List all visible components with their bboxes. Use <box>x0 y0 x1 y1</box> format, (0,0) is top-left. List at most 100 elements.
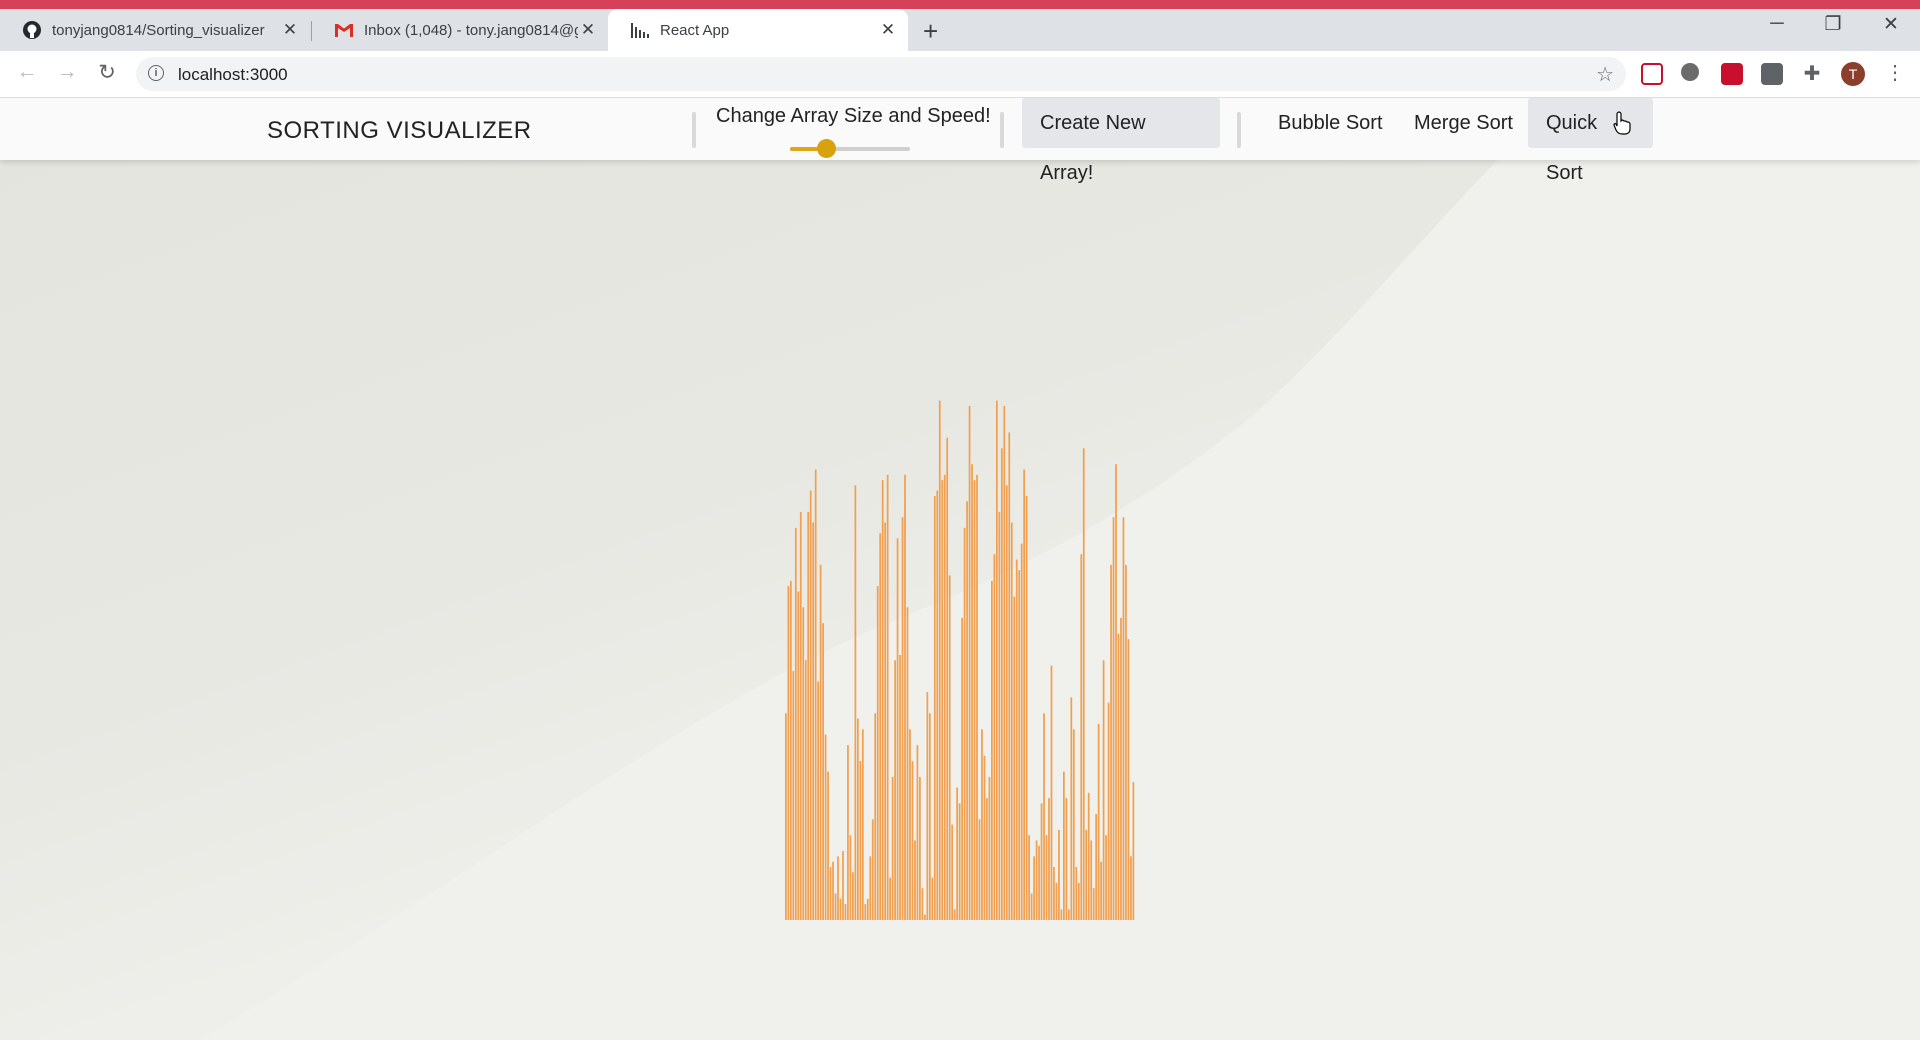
bubble-sort-button[interactable]: Bubble Sort <box>1260 98 1401 148</box>
close-icon[interactable]: ✕ <box>578 20 598 40</box>
array-bar <box>995 400 998 921</box>
array-bar <box>829 867 832 920</box>
array-bar <box>891 776 894 920</box>
menu-kebab-icon[interactable]: ⋮ <box>1885 60 1905 85</box>
bug-extension-icon[interactable] <box>1681 63 1699 81</box>
array-bar <box>968 405 971 920</box>
minimize-icon[interactable]: ─ <box>1762 13 1792 35</box>
merge-sort-button[interactable]: Merge Sort <box>1396 98 1531 148</box>
new-tab-button[interactable]: + <box>923 16 938 47</box>
array-bar <box>1005 485 1008 920</box>
array-bar <box>951 824 954 920</box>
array-bar <box>1025 496 1028 920</box>
browser-tab-gmail[interactable]: Inbox (1,048) - tony.jang0814@g ✕ <box>312 9 608 51</box>
array-bar <box>859 761 862 920</box>
restore-icon[interactable]: ❐ <box>1818 13 1848 36</box>
array-bar <box>871 819 874 920</box>
quick-sort-button[interactable]: Quick Sort <box>1528 98 1653 184</box>
browser-toolbar: ← → ↻ i localhost:3000 ☆ ✚ T ⋮ <box>0 51 1920 98</box>
red-extension-icon[interactable] <box>1721 63 1743 85</box>
array-bar <box>819 564 822 920</box>
array-bar <box>1077 882 1080 920</box>
array-bar <box>971 464 973 920</box>
address-bar[interactable]: i localhost:3000 ☆ <box>136 57 1626 91</box>
pocket-extension-icon[interactable] <box>1641 63 1663 85</box>
close-window-icon[interactable]: ✕ <box>1876 13 1906 36</box>
array-bar <box>1038 845 1040 920</box>
browser-tab-github[interactable]: tonyjang0814/Sorting_visualizer ✕ <box>0 9 310 51</box>
array-bar <box>1080 554 1083 920</box>
array-bar <box>1110 564 1112 920</box>
browser-tabstrip: tonyjang0814/Sorting_visualizer ✕ Inbox … <box>0 9 1920 51</box>
array-bar <box>998 511 1001 920</box>
info-icon[interactable]: i <box>148 65 164 81</box>
extensions-puzzle-icon[interactable]: ✚ <box>1801 63 1823 85</box>
array-bar <box>1120 617 1122 920</box>
browser-tab-react-app[interactable]: React App ✕ <box>608 9 908 51</box>
bookmark-star-icon[interactable]: ☆ <box>1596 62 1614 87</box>
array-bar <box>988 776 991 920</box>
app-navbar: SORTING VISUALIZER Change Array Size and… <box>0 98 1920 184</box>
slider-thumb[interactable] <box>817 139 836 158</box>
array-bar <box>1000 448 1003 920</box>
array-bar <box>1063 771 1065 920</box>
array-bar <box>961 617 963 920</box>
array-bar <box>1055 882 1058 920</box>
array-bar <box>1095 814 1098 920</box>
array-bar <box>978 819 981 920</box>
array-bar <box>909 729 911 920</box>
array-bar <box>874 713 877 920</box>
close-icon[interactable]: ✕ <box>280 20 300 40</box>
forward-icon[interactable]: → <box>52 60 82 84</box>
facebook-extension-icon[interactable] <box>1761 63 1783 85</box>
array-size-slider[interactable] <box>790 139 910 158</box>
close-icon[interactable]: ✕ <box>878 20 898 40</box>
array-bar <box>864 904 867 920</box>
array-bar <box>976 474 978 920</box>
array-bar <box>1067 909 1070 920</box>
browser-accent-strip <box>0 0 1920 9</box>
array-bar <box>963 527 966 920</box>
array-bar <box>797 591 800 920</box>
array-bar <box>886 474 889 920</box>
array-bar <box>842 851 844 920</box>
array-bar <box>827 771 829 920</box>
array-bar <box>876 586 879 920</box>
create-new-array-button[interactable]: Create New Array! <box>1022 98 1220 184</box>
array-bar <box>1087 792 1090 920</box>
array-bar <box>1122 517 1125 920</box>
array-bar <box>953 909 956 920</box>
array-bar <box>906 607 909 920</box>
array-bar <box>839 898 842 920</box>
array-bar <box>1045 835 1048 920</box>
array-bar <box>991 580 993 920</box>
array-bar <box>1125 564 1127 920</box>
back-icon[interactable]: ← <box>12 60 42 84</box>
array-bar <box>936 490 939 920</box>
array-bar <box>966 501 968 920</box>
reload-icon[interactable]: ↻ <box>92 60 122 85</box>
array-bar <box>847 745 849 920</box>
array-bar <box>911 761 914 920</box>
array-size-label: Change Array Size and Speed! <box>716 105 991 127</box>
array-bar <box>901 517 904 920</box>
avatar[interactable]: T <box>1841 62 1865 86</box>
nav-divider <box>1000 112 1004 148</box>
array-bar <box>981 729 983 920</box>
array-bar <box>958 803 961 920</box>
array-bar <box>1003 405 1006 920</box>
nav-divider <box>692 112 696 148</box>
array-bar <box>854 485 857 920</box>
array-bar <box>946 437 949 920</box>
array-bar <box>881 480 884 920</box>
array-bar <box>787 586 790 920</box>
array-bar <box>926 692 929 920</box>
array-bar <box>1102 660 1105 920</box>
array-bar <box>1085 829 1088 920</box>
array-bar <box>1127 639 1130 920</box>
array-bar <box>1115 464 1117 920</box>
array-bar <box>1018 570 1021 920</box>
array-bar <box>1008 432 1011 920</box>
array-bar <box>943 474 946 920</box>
array-bar <box>914 840 916 920</box>
